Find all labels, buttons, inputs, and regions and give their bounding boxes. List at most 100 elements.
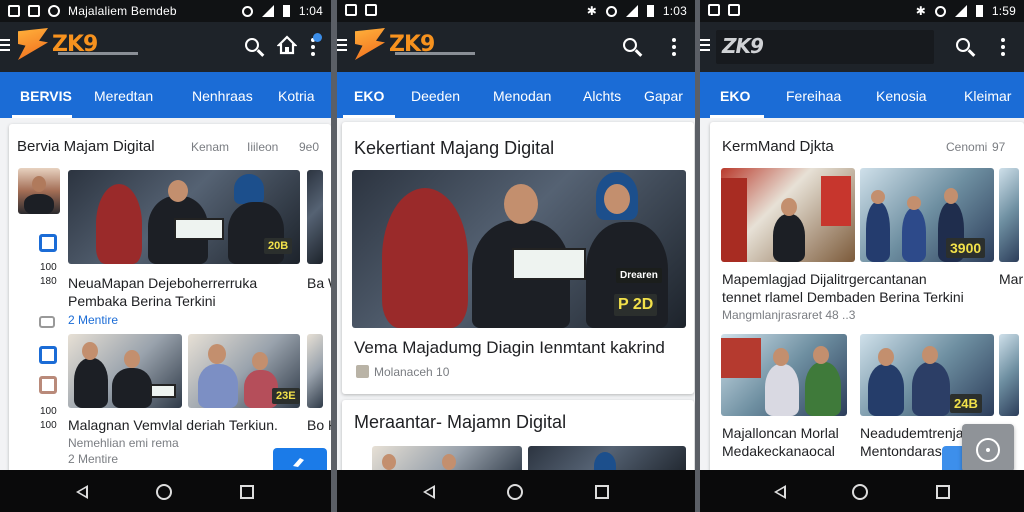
tab-kotria[interactable]: Kotria [278, 88, 315, 104]
search-icon[interactable] [952, 35, 974, 57]
logo-icon [355, 28, 385, 60]
article-headline[interactable]: Mapemlagjad Dijalitrgercantanan [722, 270, 927, 288]
tab-meredtan[interactable]: Meredtan [94, 88, 153, 104]
home-icon[interactable] [276, 35, 298, 57]
bell-icon[interactable] [39, 376, 57, 394]
system-nav-bar [337, 470, 695, 512]
article-headline[interactable]: Mentondaras [860, 442, 942, 460]
side-count: 100 [40, 420, 57, 431]
featured-card[interactable]: Kekertiant Majang Digital Drearen P 2D V… [342, 122, 694, 394]
image-tag: P 2D [614, 294, 658, 316]
article-time: 2 Mentire [68, 313, 119, 327]
article-headline[interactable]: Majalloncan Morlal [722, 424, 839, 442]
back-icon[interactable] [774, 485, 786, 499]
overflow-menu-icon[interactable] [992, 35, 1014, 57]
author-avatar[interactable] [18, 168, 60, 214]
menu-icon[interactable] [0, 39, 10, 54]
article-headline[interactable]: NeuaMapan Dejeboherrerruka [68, 274, 257, 292]
search-icon[interactable] [619, 35, 641, 57]
recents-icon[interactable] [936, 485, 950, 499]
feed: Kekertiant Majang Digital Drearen P 2D V… [337, 118, 695, 470]
notification-icon [28, 5, 40, 17]
feed: Bervia Majam Digital Kenam Iiileon 9e0 1… [0, 118, 331, 470]
featured-image[interactable]: Drearen P 2D [352, 170, 686, 328]
article-image-peek[interactable] [999, 168, 1019, 262]
article-headline-peek[interactable]: Bo K [307, 416, 331, 434]
tab-gapar[interactable]: Gapar [644, 88, 683, 104]
phone-screen-2: ✱ 1:03 ZK9 EKO Deeden Menodan Alchts Gap… [337, 0, 695, 512]
news-section-card: Meraantar- Majamn Digital [342, 400, 694, 470]
tab-alchts[interactable]: Alchts [583, 88, 621, 104]
article-headline[interactable]: Neadudemtrenja [860, 424, 964, 442]
back-icon[interactable] [423, 485, 435, 499]
tab-eko[interactable]: EKO [354, 88, 384, 104]
screenshot-collage: Majalaliem Bemdeb 1:04 ZK9 BERVIS Meredt… [0, 0, 1024, 512]
section-title: Kekertiant Majang Digital [354, 138, 555, 158]
home-circle-icon[interactable] [507, 484, 523, 500]
section-meta: Kenam [191, 140, 230, 154]
menu-icon[interactable] [337, 39, 347, 54]
signal-icon [625, 5, 638, 17]
article-image[interactable] [68, 334, 182, 408]
image-caption: Drearen [616, 268, 662, 283]
notification-badge [313, 33, 322, 42]
article-headline[interactable]: Pembaka Berina Terkini [68, 292, 216, 310]
menu-icon[interactable] [700, 39, 710, 54]
article-image[interactable]: 23E [188, 334, 300, 408]
tab-bervis[interactable]: BERVIS [20, 88, 72, 104]
article-image[interactable] [721, 168, 855, 262]
article-image[interactable]: 20B [68, 170, 300, 264]
back-icon[interactable] [76, 485, 88, 499]
notification-icon [708, 4, 720, 16]
battery-icon [282, 5, 290, 17]
tab-fereihaa[interactable]: Fereihaa [786, 88, 841, 104]
tab-deeden[interactable]: Deeden [411, 88, 460, 104]
article-headline-peek[interactable]: Ba W [307, 274, 331, 292]
home-circle-icon[interactable] [156, 484, 172, 500]
chat-icon[interactable] [39, 316, 55, 328]
section-meta: Cenomi [946, 140, 988, 154]
bookmark-icon[interactable] [39, 346, 57, 364]
article-image[interactable] [372, 446, 522, 470]
tab-kleimar[interactable]: Kleimar [964, 88, 1011, 104]
recents-icon[interactable] [240, 485, 254, 499]
article-image-peek[interactable] [307, 170, 323, 264]
tab-menodan[interactable]: Menodan [493, 88, 551, 104]
refresh-fab[interactable] [273, 448, 327, 470]
search-input[interactable]: ZK9 [716, 30, 934, 64]
home-circle-icon[interactable] [852, 484, 868, 500]
article-headline[interactable]: Malagnan Vemvlal deriah Terkiun. [68, 416, 278, 434]
app-logo[interactable]: ZK9 [18, 28, 98, 60]
article-image[interactable] [721, 334, 847, 416]
compose-icon [293, 458, 304, 467]
bookmark-icon[interactable] [39, 234, 57, 252]
location-button[interactable] [962, 424, 1014, 470]
image-tag: 23E [272, 388, 300, 404]
tab-kenosia[interactable]: Kenosia [876, 88, 927, 104]
article-headline[interactable]: tennet rlamel Dembaden Berina Terkini [722, 288, 964, 306]
tab-eko[interactable]: EKO [720, 88, 750, 104]
system-nav-bar [0, 470, 331, 512]
signal-icon [954, 5, 967, 17]
news-section-card: KermMand Djkta Cenomi 97 3900 Mapemlagja… [710, 122, 1024, 470]
article-headline[interactable]: Medakeckanaocal [722, 442, 835, 460]
app-logo[interactable]: ZK9 [355, 28, 435, 60]
logo-tagline [395, 52, 475, 55]
featured-headline[interactable]: Vema Majadumg Diagin Ienmtant kakrind [354, 338, 665, 358]
article-image[interactable]: 24B [860, 334, 994, 416]
article-image[interactable] [528, 446, 686, 470]
status-bar: ✱ 1:59 [700, 0, 1024, 22]
search-icon[interactable] [241, 35, 263, 57]
article-image-peek[interactable] [999, 334, 1019, 416]
tab-nenhraas[interactable]: Nenhraas [192, 88, 253, 104]
article-image[interactable]: 3900 [860, 168, 994, 262]
article-image-peek[interactable] [307, 334, 323, 408]
overflow-menu-icon[interactable] [663, 35, 685, 57]
category-tabs: BERVIS Meredtan Nenhraas Kotria [0, 72, 331, 118]
article-headline-peek[interactable]: Mar [999, 270, 1023, 288]
battery-icon [646, 5, 654, 17]
section-title: Bervia Majam Digital [17, 138, 155, 155]
recents-icon[interactable] [595, 485, 609, 499]
section-title: KermMand Djkta [722, 138, 834, 155]
overflow-menu-icon[interactable] [302, 33, 324, 57]
